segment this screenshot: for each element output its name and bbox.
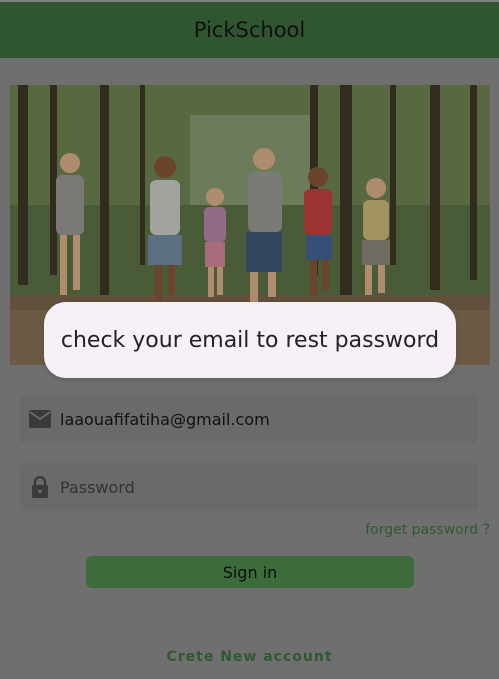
lock-icon: [20, 463, 60, 511]
forget-password-link[interactable]: forget password ?: [365, 522, 490, 538]
toast-snackbar: check your email to rest password: [44, 302, 456, 378]
mail-icon: [20, 395, 60, 443]
password-field[interactable]: [20, 463, 478, 511]
toast-message: check your email to rest password: [60, 327, 440, 353]
sign-in-button[interactable]: Sign in: [86, 556, 414, 588]
email-field[interactable]: [20, 395, 478, 443]
email-input[interactable]: [60, 395, 478, 443]
app-title: PickSchool: [193, 18, 306, 42]
password-input[interactable]: [60, 463, 478, 511]
app-bar: PickSchool: [0, 0, 499, 58]
create-account-link[interactable]: Crete New account: [0, 649, 499, 665]
